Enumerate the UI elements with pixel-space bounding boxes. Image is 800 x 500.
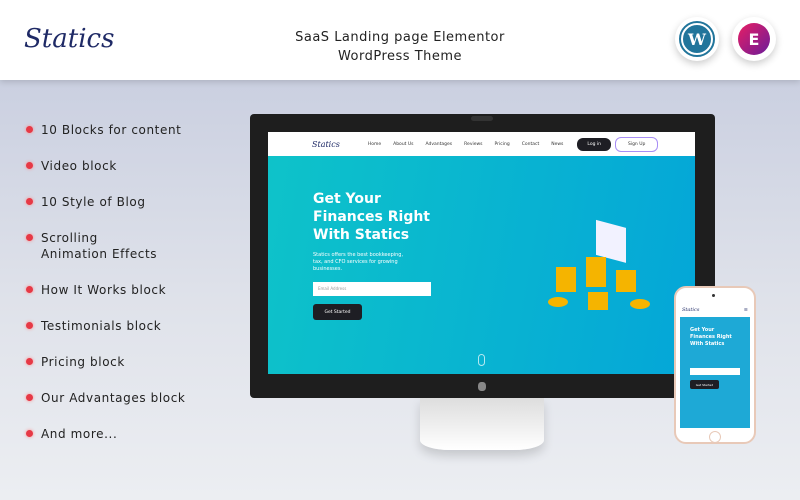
nav-pricing[interactable]: Pricing bbox=[495, 142, 510, 147]
header: Statics SaaS Landing page Elementor WordP… bbox=[0, 0, 800, 80]
coins-illustration bbox=[548, 219, 650, 310]
feature-item: 10 Blocks for content bbox=[26, 122, 185, 138]
nav-reviews[interactable]: Reviews bbox=[464, 142, 482, 147]
mobile-nav: Statics ≡ bbox=[680, 303, 750, 317]
email-input[interactable]: Email Address bbox=[313, 282, 431, 296]
login-button[interactable]: Log in bbox=[577, 137, 611, 151]
feature-item: Pricing block bbox=[26, 354, 185, 370]
nav-news[interactable]: News bbox=[551, 142, 563, 147]
feature-item: 10 Style of Blog bbox=[26, 194, 185, 210]
site-nav: Statics Home About Us Advantages Reviews… bbox=[268, 132, 695, 156]
monitor-stand bbox=[420, 398, 544, 450]
mobile-screen: Statics ≡ Get Your Finances Right With St… bbox=[680, 303, 750, 428]
mobile-headline: Get Your Finances Right With Statics bbox=[690, 327, 732, 347]
nav-contact[interactable]: Contact bbox=[522, 142, 540, 147]
nav-about[interactable]: About Us bbox=[393, 142, 413, 147]
feature-item: Video block bbox=[26, 158, 185, 174]
desktop-monitor: Statics Home About Us Advantages Reviews… bbox=[250, 114, 715, 398]
mobile-hero: Get Your Finances Right With Statics Get… bbox=[680, 317, 750, 399]
home-button bbox=[709, 431, 721, 443]
menu-icon[interactable]: ≡ bbox=[744, 307, 748, 313]
scroll-indicator bbox=[478, 354, 485, 366]
elementor-badge: E bbox=[732, 17, 776, 61]
wordpress-icon: W bbox=[679, 21, 715, 57]
nav-advantages[interactable]: Advantages bbox=[426, 142, 453, 147]
site-logo[interactable]: Statics bbox=[312, 140, 340, 149]
hero-headline: Get Your Finances Right With Statics bbox=[313, 191, 431, 243]
mobile-phone: Statics ≡ Get Your Finances Right With St… bbox=[674, 286, 756, 444]
feature-item: Scrolling Animation Effects bbox=[26, 230, 185, 262]
signup-button[interactable]: Sign Up bbox=[614, 136, 659, 152]
mobile-get-started-button[interactable]: Get Started bbox=[690, 380, 719, 389]
nav-home[interactable]: Home bbox=[368, 142, 381, 147]
apple-icon bbox=[478, 382, 486, 391]
feature-item: How It Works block bbox=[26, 282, 185, 298]
wordpress-badge: W bbox=[675, 17, 719, 61]
feature-item: And more... bbox=[26, 426, 185, 442]
mobile-email-input[interactable] bbox=[690, 368, 740, 375]
elementor-icon: E bbox=[738, 23, 770, 55]
hero: Get Your Finances Right With Statics Sta… bbox=[313, 190, 443, 320]
get-started-button[interactable]: Get Started bbox=[313, 304, 362, 320]
page-title: SaaS Landing page Elementor WordPress The… bbox=[295, 30, 505, 64]
desktop-screen: Statics Home About Us Advantages Reviews… bbox=[268, 132, 695, 374]
logo: Statics bbox=[24, 24, 115, 54]
hero-subtext: Statics offers the best bookkeeping, tax… bbox=[313, 252, 404, 272]
feature-list: 10 Blocks for content Video block 10 Sty… bbox=[26, 122, 185, 462]
camera bbox=[471, 116, 493, 121]
camera bbox=[712, 294, 715, 297]
feature-item: Testimonials block bbox=[26, 318, 185, 334]
feature-item: Our Advantages block bbox=[26, 390, 185, 406]
